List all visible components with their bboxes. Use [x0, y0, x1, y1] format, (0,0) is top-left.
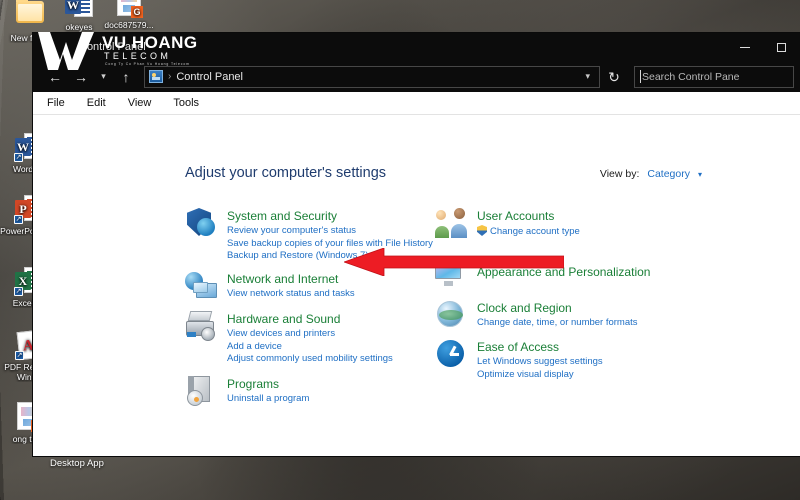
category-network-and-internet[interactable]: Network and Internet View network status… [185, 270, 355, 301]
window-title: Control Panel [79, 41, 146, 53]
category-title[interactable]: Clock and Region [477, 301, 572, 316]
window-controls [726, 33, 800, 61]
uac-shield-icon [477, 225, 487, 236]
menu-item-file[interactable]: File [47, 97, 65, 109]
up-button[interactable]: ↑ [114, 65, 138, 89]
view-by-label: View by: [599, 168, 640, 180]
control-panel-content: Adjust your computer's settings View by:… [33, 115, 800, 456]
control-panel-icon [149, 70, 163, 83]
category-clock-and-region[interactable]: Clock and Region Change date, time, or n… [435, 299, 638, 330]
maximize-button[interactable] [763, 33, 800, 61]
category-link[interactable]: Uninstall a program [227, 393, 309, 406]
desktop-icon-doc687579[interactable]: G doc687579... [98, 0, 160, 30]
menu-item-view[interactable]: View [128, 97, 152, 109]
category-title[interactable]: Network and Internet [227, 272, 338, 287]
category-title[interactable]: Hardware and Sound [227, 312, 340, 327]
programs-disc-icon [185, 375, 217, 407]
menu-item-edit[interactable]: Edit [87, 97, 106, 109]
category-link[interactable]: Change date, time, or number formats [477, 317, 638, 330]
network-globe-monitor-icon [185, 270, 217, 302]
back-button[interactable]: ← [43, 65, 67, 89]
forward-button[interactable]: → [69, 65, 93, 89]
menu-bar: File Edit View Tools [33, 92, 800, 115]
taskbar-desktop-app-label: Desktop App [50, 458, 104, 469]
category-title[interactable]: Programs [227, 377, 279, 392]
category-link[interactable]: Optimize visual display [477, 369, 603, 382]
category-link[interactable]: Review your computer's status [227, 225, 433, 238]
control-panel-window: Control Panel ← → ▾ ↑ › Control Panel ▾ … [33, 33, 800, 456]
folder-icon [16, 0, 46, 31]
view-by-value[interactable]: Category [647, 168, 690, 180]
page-title: Adjust your computer's settings [185, 165, 387, 181]
address-bar[interactable]: › Control Panel ▾ [144, 65, 600, 88]
category-link[interactable]: Let Windows suggest settings [477, 356, 603, 369]
search-placeholder: Search Control Pane [642, 70, 740, 83]
red-arrow-pointing-left [344, 248, 564, 276]
desktop-icon-label: doc687579... [104, 20, 154, 30]
view-by-control: View by: Category ▾ [600, 168, 702, 180]
printer-hardware-icon [185, 310, 217, 342]
window-titlebar: Control Panel [33, 33, 800, 61]
category-link-text: Change account type [490, 226, 580, 237]
address-toolbar: ← → ▾ ↑ › Control Panel ▾ ↻ Search Contr… [33, 61, 800, 92]
text-caret [640, 70, 641, 83]
breadcrumb-separator: › [168, 71, 172, 82]
category-link[interactable]: View devices and printers [227, 328, 393, 341]
refresh-icon[interactable]: ↻ [602, 65, 626, 89]
menu-item-tools[interactable]: Tools [173, 97, 199, 109]
breadcrumb-control-panel[interactable]: Control Panel [176, 71, 243, 83]
search-input[interactable]: Search Control Pane [634, 65, 794, 88]
category-title[interactable]: User Accounts [477, 209, 554, 224]
category-link[interactable]: View network status and tasks [227, 288, 355, 301]
category-user-accounts[interactable]: User Accounts Change account type [435, 207, 580, 239]
chevron-down-icon[interactable]: ▾ [698, 170, 702, 179]
word-document-icon: W [64, 0, 94, 20]
category-hardware-and-sound[interactable]: Hardware and Sound View devices and prin… [185, 310, 393, 366]
category-programs[interactable]: Programs Uninstall a program [185, 375, 309, 406]
user-accounts-icon [435, 207, 467, 239]
image-document-icon: G [114, 0, 144, 18]
shield-icon [185, 207, 217, 239]
category-link[interactable]: Adjust commonly used mobility settings [227, 353, 393, 366]
category-ease-of-access[interactable]: Ease of Access Let Windows suggest setti… [435, 338, 603, 381]
category-link[interactable]: Change account type [477, 225, 580, 239]
recent-locations-button[interactable]: ▾ [95, 65, 112, 89]
category-title[interactable]: System and Security [227, 209, 337, 224]
category-title[interactable]: Ease of Access [477, 340, 559, 355]
clock-region-globe-icon [435, 299, 467, 331]
ease-of-access-icon [435, 338, 467, 370]
category-link[interactable]: Add a device [227, 341, 393, 354]
minimize-button[interactable] [726, 33, 763, 61]
chevron-down-icon[interactable]: ▾ [578, 71, 597, 82]
